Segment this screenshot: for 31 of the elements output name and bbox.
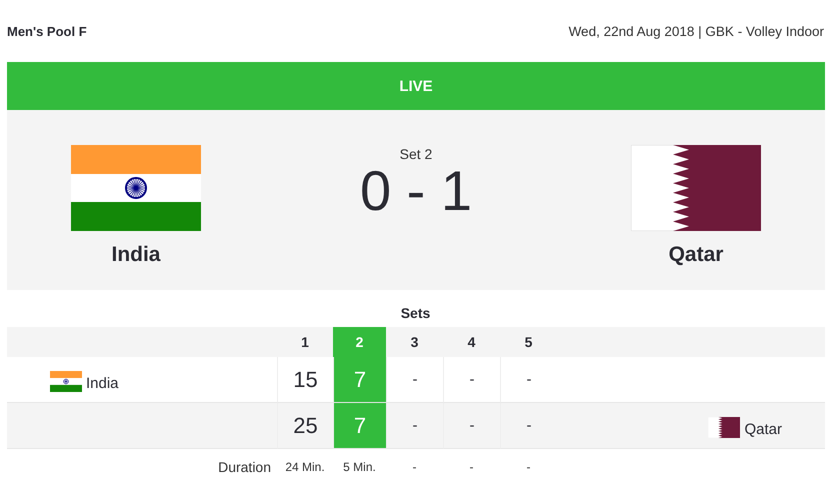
qatar-flag-icon bbox=[708, 417, 740, 438]
set-duration: 24 Min. bbox=[285, 460, 325, 474]
set-score: - bbox=[386, 403, 443, 449]
qatar-flag-icon bbox=[631, 145, 761, 231]
current-set-label: Set 2 bbox=[400, 146, 432, 162]
set-header: 2 bbox=[333, 327, 386, 357]
set-header: 1 bbox=[277, 327, 333, 357]
set-score: - bbox=[500, 403, 557, 449]
set-score: 25 bbox=[277, 403, 333, 449]
set-header: 3 bbox=[386, 327, 443, 357]
sets-heading: Sets bbox=[400, 304, 432, 323]
live-banner: LIVE bbox=[7, 62, 825, 110]
set-duration: 5 Min. bbox=[343, 460, 376, 474]
set-duration: - bbox=[412, 460, 416, 474]
team-name: Qatar bbox=[744, 420, 782, 438]
india-flag-icon bbox=[50, 371, 82, 392]
set-score: - bbox=[443, 403, 500, 449]
set-score: 7 bbox=[333, 403, 386, 449]
set-header: 4 bbox=[443, 327, 500, 357]
india-flag-icon bbox=[71, 145, 201, 231]
pool-title: Men's Pool F bbox=[7, 24, 87, 38]
set-header: 5 bbox=[500, 327, 557, 357]
set-duration: - bbox=[470, 460, 474, 474]
duration-label: Duration bbox=[218, 459, 271, 475]
set-score: 7 bbox=[333, 357, 386, 403]
team-name: India bbox=[111, 243, 160, 267]
team-name: India bbox=[86, 374, 119, 392]
team-name: Qatar bbox=[668, 243, 724, 267]
set-duration: - bbox=[526, 460, 530, 474]
match-info: Wed, 22nd Aug 2018 | GBK - Volley Indoor bbox=[568, 24, 824, 38]
match-score: 0 - 1 bbox=[360, 162, 472, 220]
